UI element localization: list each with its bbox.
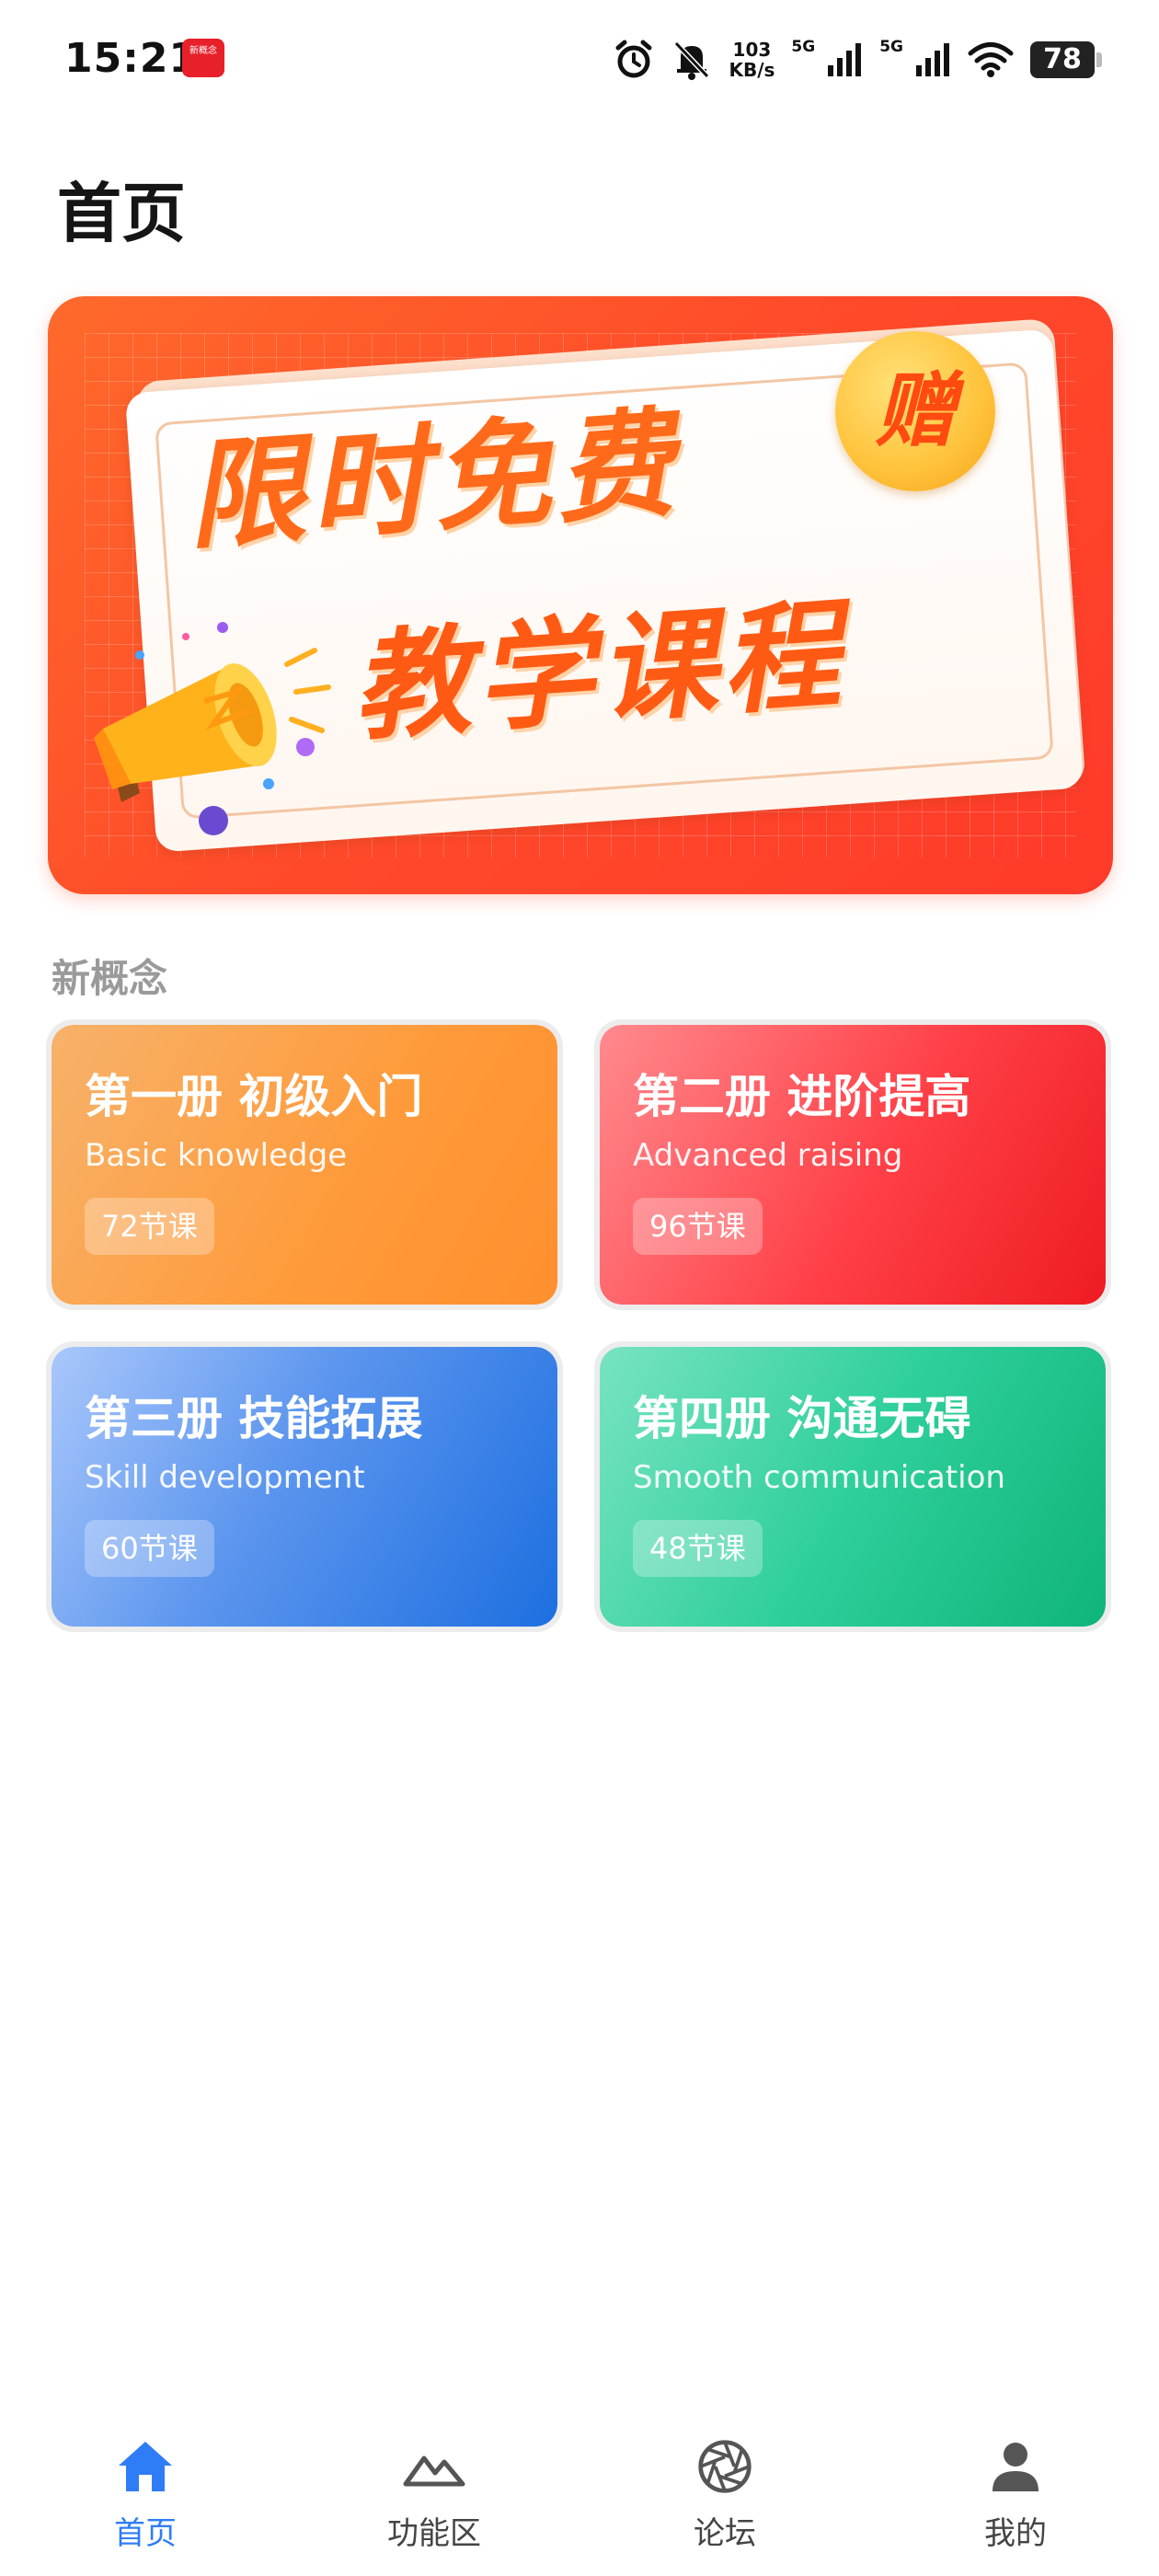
- signal-icon: [828, 43, 862, 76]
- status-icons: 103 KB/s 5G 5G 78: [613, 33, 1102, 86]
- signal-icon: [916, 43, 949, 76]
- battery-indicator: 78: [1030, 41, 1102, 78]
- course-card-book-1[interactable]: 第一册 初级入门 Basic knowledge 72节课: [46, 1019, 563, 1310]
- bottom-navigation: 首页 功能区 论坛 我的: [0, 2410, 1159, 2576]
- network-speed-unit: KB/s: [729, 59, 775, 81]
- nav-item-forum[interactable]: 论坛: [633, 2438, 817, 2553]
- course-subtitle: Smooth communication: [633, 1459, 1005, 1496]
- aperture-icon: [698, 2440, 752, 2493]
- promo-banner[interactable]: 限时免费 教学课程 赠: [48, 296, 1113, 894]
- lesson-count-badge: 60节课: [85, 1520, 214, 1577]
- status-time: 15:21: [64, 35, 199, 82]
- lesson-count-badge: 96节课: [633, 1198, 763, 1255]
- mountain-icon: [403, 2455, 465, 2487]
- megaphone-icon: [94, 622, 331, 835]
- wifi-icon: [968, 42, 1014, 77]
- sim1-label: 5G: [791, 38, 816, 56]
- app-notification-icon: 新概念: [182, 39, 224, 77]
- course-title: 第三册 技能拓展: [85, 1392, 423, 1445]
- nav-label: 首页: [114, 2515, 177, 2552]
- mute-bell-icon: [674, 40, 710, 80]
- course-title: 第四册 沟通无碍: [633, 1392, 971, 1445]
- home-screen: 15:21 新概念 103 KB/s 5G 5G 78 首页 限时免费 教学课程…: [0, 0, 1159, 2576]
- nav-item-home[interactable]: 首页: [53, 2438, 237, 2553]
- status-bar: 15:21 新概念 103 KB/s 5G 5G 78: [0, 0, 1159, 120]
- person-icon: [993, 2443, 1039, 2491]
- nav-item-features[interactable]: 功能区: [342, 2438, 526, 2553]
- course-card-book-2[interactable]: 第二册 进阶提高 Advanced raising 96节课: [594, 1019, 1111, 1310]
- banner-headline-1: 限时免费: [182, 395, 684, 567]
- banner-headline-2: 教学课程: [348, 586, 850, 758]
- nav-item-profile[interactable]: 我的: [924, 2438, 1107, 2553]
- network-speed: 103 KB/s: [729, 40, 775, 80]
- course-subtitle: Advanced raising: [633, 1137, 903, 1174]
- nav-label: 论坛: [694, 2515, 756, 2552]
- course-card-book-3[interactable]: 第三册 技能拓展 Skill development 60节课: [46, 1341, 563, 1632]
- gift-badge: 赠: [835, 331, 995, 491]
- course-title: 第一册 初级入门: [85, 1070, 423, 1123]
- nav-label: 功能区: [387, 2515, 481, 2552]
- course-card-book-4[interactable]: 第四册 沟通无碍 Smooth communication 48节课: [594, 1341, 1111, 1632]
- nav-label: 我的: [984, 2515, 1047, 2552]
- course-subtitle: Basic knowledge: [85, 1137, 348, 1174]
- network-speed-value: 103: [732, 39, 772, 61]
- lesson-count-badge: 48节课: [633, 1520, 763, 1577]
- course-subtitle: Skill development: [85, 1459, 365, 1496]
- page-title: 首页: [57, 176, 186, 251]
- lesson-count-badge: 72节课: [85, 1198, 214, 1255]
- section-label: 新概念: [52, 956, 168, 1001]
- alarm-icon: [615, 40, 652, 78]
- sim2-label: 5G: [879, 38, 903, 56]
- home-icon: [119, 2442, 172, 2491]
- course-title: 第二册 进阶提高: [633, 1070, 971, 1123]
